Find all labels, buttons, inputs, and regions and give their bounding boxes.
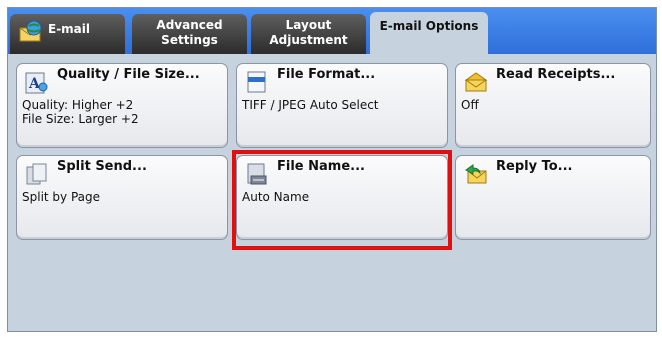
reply-to-title: Reply To... — [496, 159, 573, 174]
split-send-value: Split by Page — [22, 190, 101, 204]
tab-advanced-line2: Settings — [161, 33, 218, 47]
tab-layout-adjustment[interactable]: Layout Adjustment — [251, 14, 366, 54]
read-receipts-value: Off — [461, 98, 479, 112]
file-format-icon — [247, 71, 266, 93]
reply-to-button[interactable]: Reply To... — [455, 155, 651, 240]
read-receipts-title: Read Receipts... — [496, 67, 616, 82]
file-size-value: File Size: Larger +2 — [22, 112, 139, 126]
file-name-highlight-box — [232, 150, 452, 250]
tab-advanced-line1: Advanced — [156, 18, 223, 32]
tab-layout-line2: Adjustment — [269, 33, 348, 47]
file-format-title: File Format... — [277, 67, 376, 82]
split-send-icon — [26, 163, 47, 185]
email-globe-icon — [19, 20, 42, 42]
quality-file-size-button[interactable]: A Quality / File Size... Quality: Higher… — [16, 63, 228, 148]
quality-value: Quality: Higher +2 — [22, 98, 134, 112]
tab-bar: E-mail Advanced Settings Layout Adjustme… — [8, 8, 656, 56]
tab-email-options[interactable]: E-mail Options — [370, 12, 488, 56]
split-send-button[interactable]: Split Send... Split by Page — [16, 155, 228, 240]
tab-email-options-label: E-mail Options — [379, 19, 479, 33]
read-receipts-button[interactable]: Read Receipts... Off — [455, 63, 651, 148]
split-send-title: Split Send... — [57, 159, 147, 174]
svg-text:A: A — [28, 76, 41, 92]
tab-advanced-settings[interactable]: Advanced Settings — [132, 14, 247, 54]
tab-layout-line1: Layout — [285, 18, 332, 32]
file-format-button[interactable]: File Format... TIFF / JPEG Auto Select — [236, 63, 448, 148]
tab-email[interactable]: E-mail — [10, 14, 125, 54]
file-format-value: TIFF / JPEG Auto Select — [242, 98, 379, 112]
read-receipt-envelope-icon — [464, 72, 488, 92]
quality-file-size-title: Quality / File Size... — [57, 67, 200, 82]
screen-frame: E-mail Advanced Settings Layout Adjustme… — [7, 7, 657, 332]
quality-icon: A — [25, 72, 48, 94]
reply-envelope-icon — [465, 164, 487, 184]
